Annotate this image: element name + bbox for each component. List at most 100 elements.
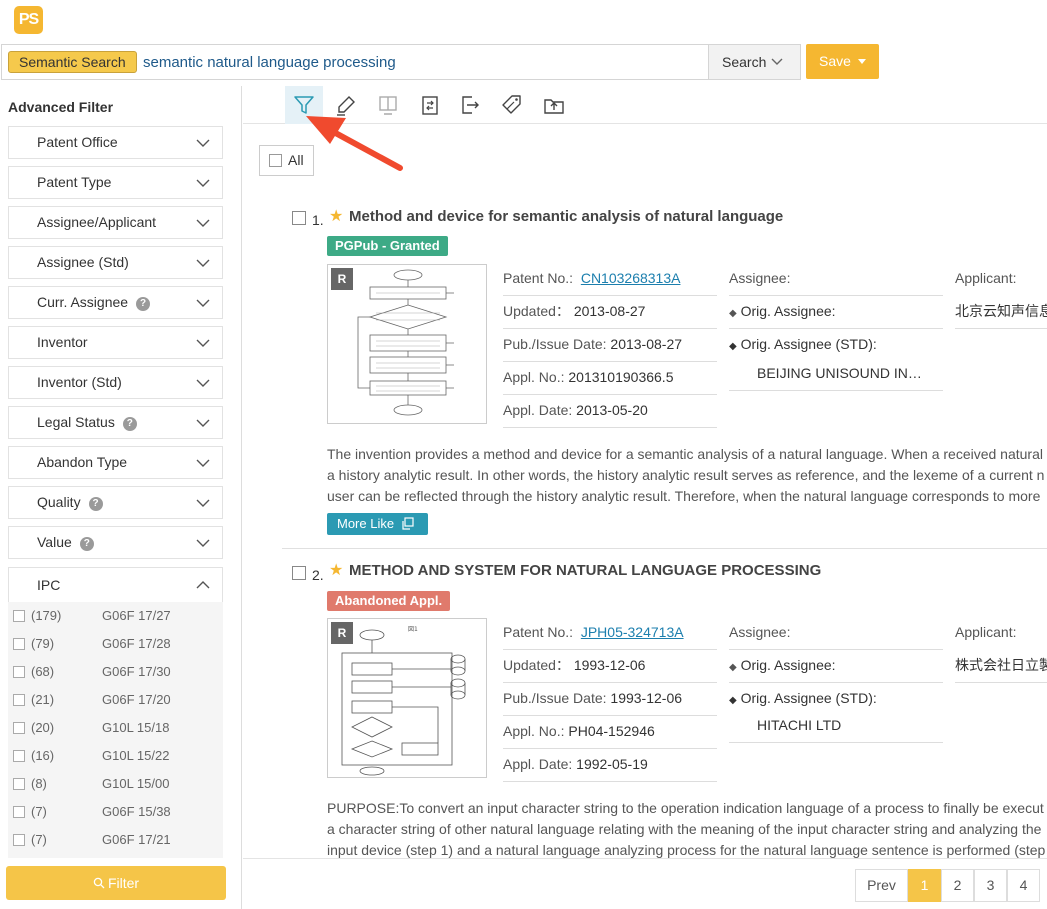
checkbox[interactable] [13,666,25,678]
filter-assignee-std[interactable]: Assignee (Std) [8,246,223,279]
chevron-down-icon [196,339,210,347]
filter-patent-type[interactable]: Patent Type [8,166,223,199]
orig-assignee-std-value[interactable]: BEIJING UNISOUND IN… [757,365,922,381]
ipc-item[interactable]: (21) G06F 17/20 [8,686,223,714]
filter-inventor[interactable]: Inventor [8,326,223,359]
appl-no-label: Appl. No.: [503,723,565,739]
applicant-value[interactable]: 北京云知声信息技术有限公司 [955,303,1047,319]
patent-no-link[interactable]: CN103268313A [581,270,681,286]
export-icon[interactable] [451,86,489,124]
more-like-button[interactable]: More Like [327,513,428,535]
filter-quality[interactable]: Quality? [8,486,223,519]
ipc-item[interactable]: (7) G06F 15/38 [8,798,223,826]
filter-button[interactable]: Filter [6,866,226,900]
ipc-count: (21) [31,692,55,707]
pub-date-label: Pub./Issue Date: [503,690,607,706]
checkbox[interactable] [13,638,25,650]
filter-abandon-type[interactable]: Abandon Type [8,446,223,479]
ipc-item[interactable]: (8) G10L 15/00 [8,770,223,798]
result-title[interactable]: Method and device for semantic analysis … [349,208,783,225]
filter-assignee-applicant[interactable]: Assignee/Applicant [8,206,223,239]
checkbox[interactable] [13,834,25,846]
result-abstract: The invention provides a method and devi… [327,444,1047,507]
result-checkbox[interactable] [292,211,306,225]
filter-inventor-std[interactable]: Inventor (Std) [8,366,223,399]
tag-icon[interactable] [493,86,531,124]
ipc-filter-header[interactable]: IPC [8,567,223,602]
star-icon[interactable]: ★ [329,560,343,580]
updated-value: 1993-12-06 [573,657,646,673]
chevron-down-icon [196,139,210,147]
assignee-label: Assignee: [729,624,791,640]
ipc-item[interactable]: (179) G06F 17/27 [8,602,223,630]
chevron-down-icon [196,539,210,547]
ipc-code: G06F 17/21 [102,832,171,847]
filter-value[interactable]: Value? [8,526,223,559]
pub-date-field: Pub./Issue Date: 1993-12-06 [503,683,717,716]
page-button-3[interactable]: 3 [974,869,1007,902]
help-icon[interactable]: ? [79,537,94,551]
filter-button-label: Filter [107,875,140,891]
page-button-1[interactable]: 1 [908,869,941,902]
star-icon[interactable]: ★ [329,206,343,226]
advanced-filter-panel: Advanced Filter Patent Office Patent Type… [0,86,242,909]
ipc-item[interactable]: (68) G06F 17/30 [8,658,223,686]
appl-no-label: Appl. No.: [503,369,565,385]
semantic-search-tag[interactable]: Semantic Search [8,51,137,73]
help-icon[interactable]: ? [122,417,137,431]
chevron-down-icon [196,459,210,467]
search-button[interactable]: Search [708,45,800,79]
orig-assignee-label: Orig. Assignee: [740,303,836,319]
compare-icon[interactable] [411,86,449,124]
appl-date-value: 2013-05-20 [576,402,648,418]
ipc-item[interactable]: (20) G10L 15/18 [8,714,223,742]
patent-no-link[interactable]: JPH05-324713A [581,624,684,640]
page-button-4[interactable]: 4 [1007,869,1040,902]
save-button[interactable]: Save [806,44,879,79]
appl-no-value: 201310190366.5 [568,369,674,385]
applicant-value[interactable]: 株式会社日立製作所 [955,657,1047,673]
checkbox[interactable] [13,722,25,734]
pointer-arrow-annotation [306,116,403,171]
abstract-line: The invention provides a method and devi… [327,446,1043,462]
filter-legal-status[interactable]: Legal Status? [8,406,223,439]
ipc-item[interactable]: (79) G06F 17/28 [8,630,223,658]
caret-down-icon [858,59,866,64]
search-icon [93,877,105,889]
page-button-2[interactable]: 2 [941,869,974,902]
patent-drawing-thumbnail[interactable]: R [327,264,487,424]
app-logo[interactable]: PS [14,6,43,34]
ipc-code: G06F 17/27 [102,608,171,623]
orig-assignee-std-value[interactable]: HITACHI LTD [757,717,841,733]
ipc-code: G10L 15/22 [102,748,170,763]
orig-assignee-std-label-text: Orig. Assignee (STD): [740,690,877,706]
checkbox[interactable] [269,154,282,167]
appl-no-value: PH04-152946 [568,723,655,739]
more-like-label: More Like [337,516,395,531]
save-to-folder-icon[interactable] [535,86,573,124]
help-icon[interactable]: ? [136,297,151,311]
result-title[interactable]: METHOD AND SYSTEM FOR NATURAL LANGUAGE P… [349,562,821,579]
ipc-item[interactable]: (16) G10L 15/22 [8,742,223,770]
pagination-bar: Prev 1 2 3 4 [243,858,1047,909]
filter-curr-assignee[interactable]: Curr. Assignee? [8,286,223,319]
help-icon[interactable]: ? [88,497,103,511]
patent-drawing-thumbnail[interactable]: 図1 R [327,618,487,778]
appl-date-label: Appl. Date: [503,402,573,418]
ipc-list: (179) G06F 17/27 (79) G06F 17/28 (68) G06F 17… [8,602,223,858]
ipc-code: G10L 15/18 [102,720,170,735]
checkbox[interactable] [13,806,25,818]
filter-patent-office[interactable]: Patent Office [8,126,223,159]
search-query[interactable]: semantic natural language processing [143,54,396,71]
chevron-down-icon [196,259,210,267]
checkbox[interactable] [13,750,25,762]
checkbox[interactable] [13,694,25,706]
pub-date-field: Pub./Issue Date: 2013-08-27 [503,329,717,362]
ipc-item[interactable]: (7) G06F 17/21 [8,826,223,854]
ipc-count: (20) [31,720,55,735]
prev-page-button[interactable]: Prev [855,869,908,902]
checkbox[interactable] [13,778,25,790]
checkbox[interactable] [13,610,25,622]
abstract-line: user can be reflected through the histor… [327,488,1041,504]
result-checkbox[interactable] [292,566,306,580]
